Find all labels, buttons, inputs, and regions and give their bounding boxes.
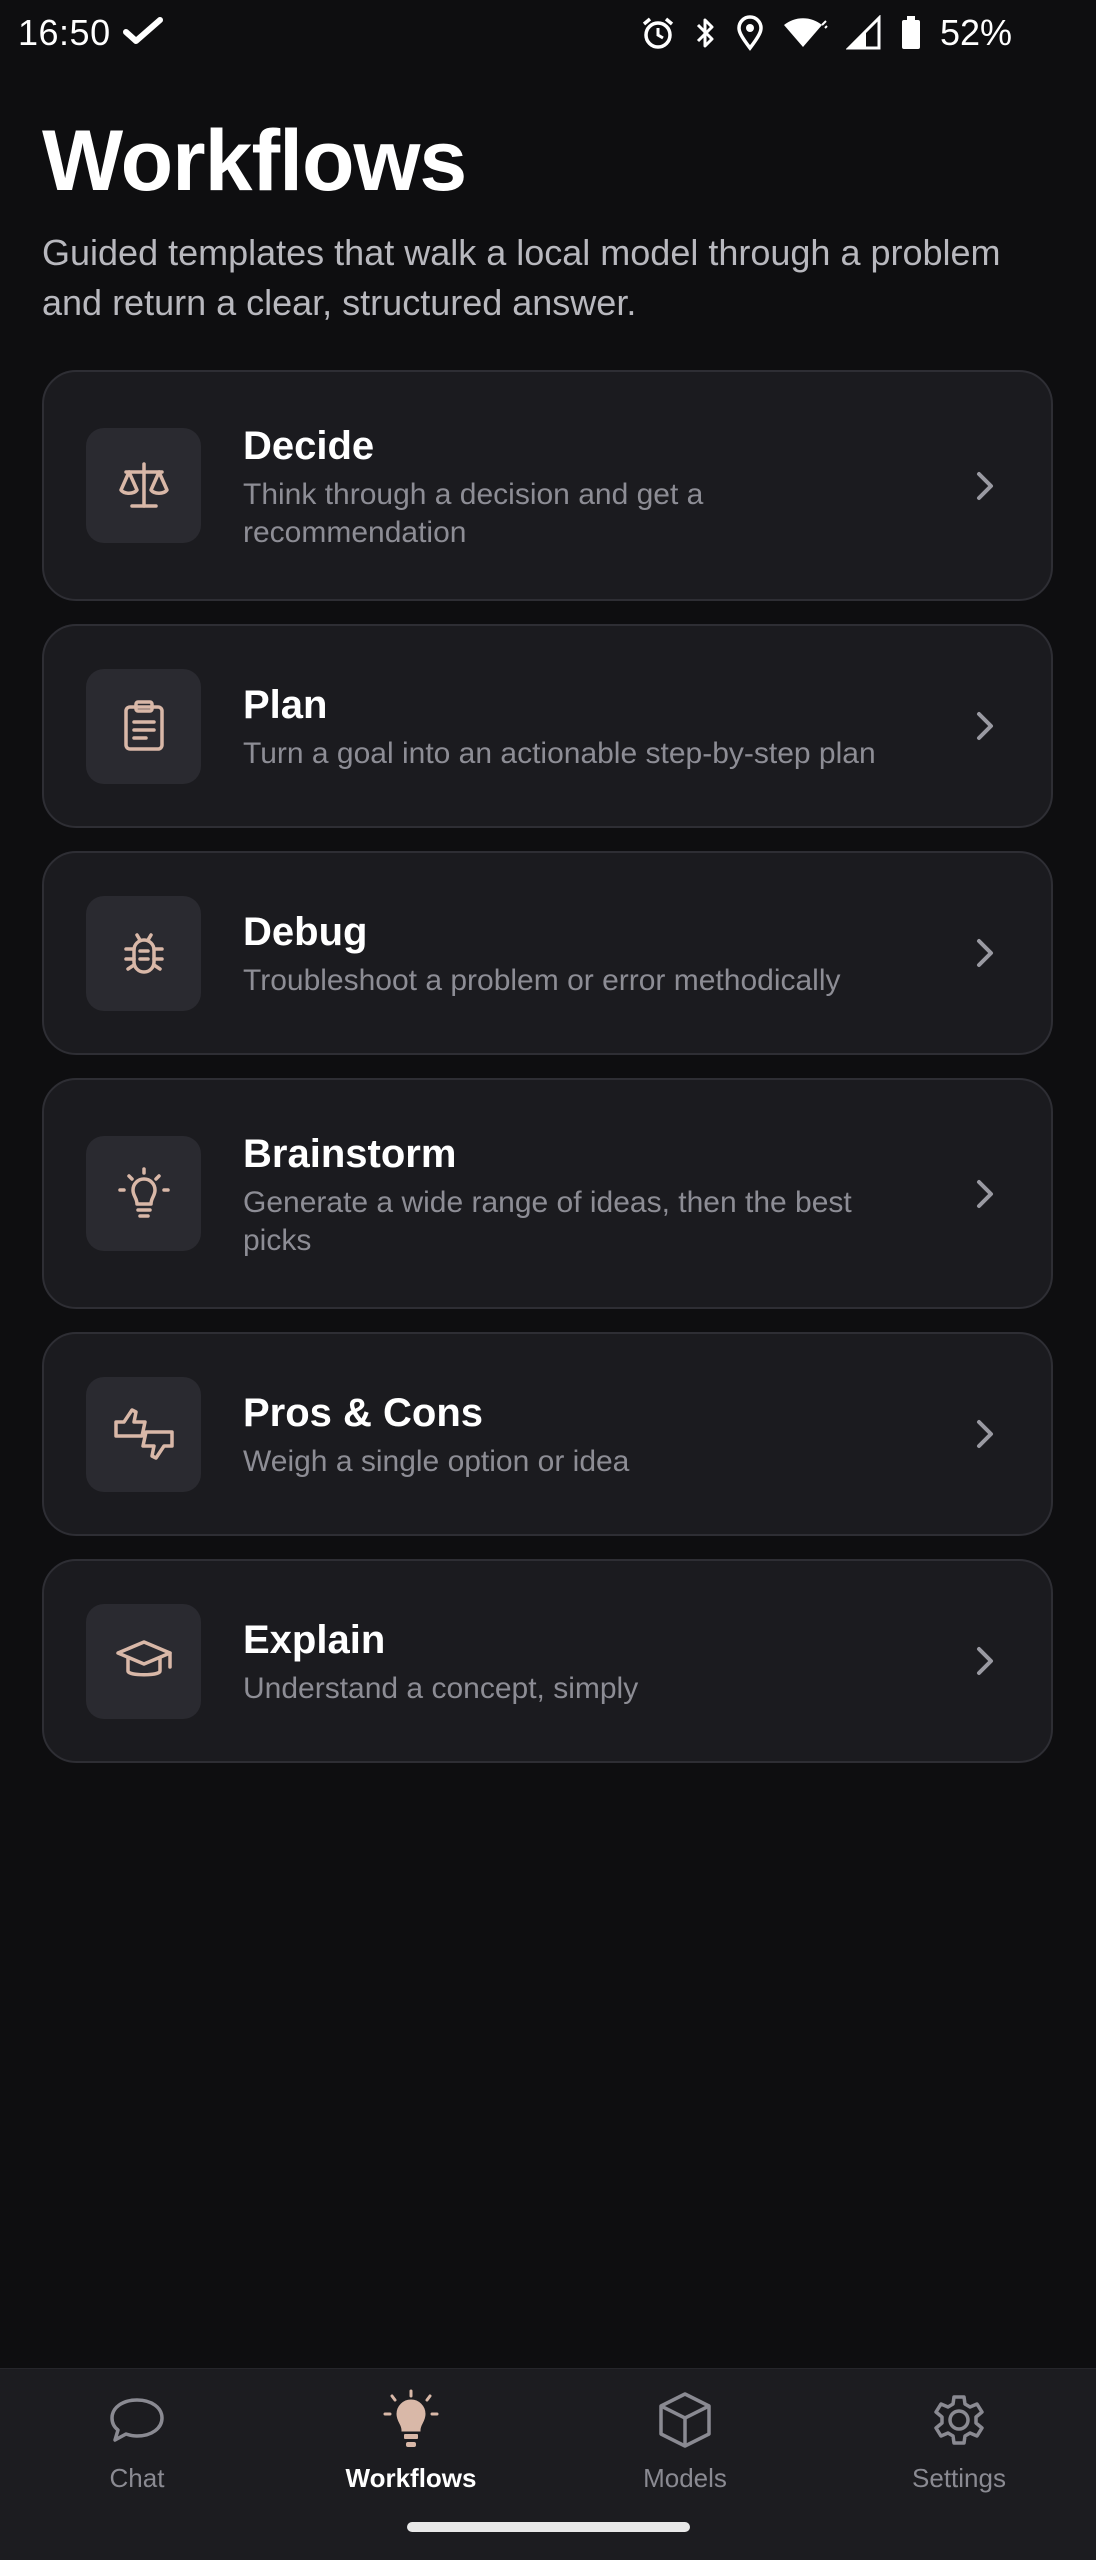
workflow-card-plan[interactable]: Plan Turn a goal into an actionable step… [42, 624, 1053, 828]
bluetooth-icon [694, 15, 718, 51]
lightbulb-icon [379, 2387, 443, 2453]
graduation-cap-icon [86, 1603, 201, 1719]
status-bar: 16:50 52% [0, 0, 1096, 66]
nav-label: Models [643, 2463, 727, 2493]
thumbs-up-down-icon [86, 1376, 201, 1492]
workflow-title: Debug [243, 910, 368, 954]
page-title: Workflows [42, 113, 467, 209]
workflow-card-pros-cons[interactable]: Pros & Cons Weigh a single option or ide… [42, 1332, 1053, 1536]
wifi-icon [782, 15, 828, 51]
chat-bubble-icon [107, 2387, 167, 2453]
status-time: 16:50 [18, 12, 111, 53]
workflow-description: Weigh a single option or idea [243, 1445, 630, 1478]
workflow-card-brainstorm[interactable]: Brainstorm Generate a wide range of idea… [42, 1078, 1053, 1309]
chevron-right-icon [975, 710, 995, 742]
nav-item-chat[interactable]: Chat [0, 2387, 274, 2494]
nav-label: Chat [109, 2463, 165, 2493]
lightbulb-icon [86, 1136, 201, 1251]
chevron-right-icon [975, 1645, 995, 1677]
page-subtitle: Guided templates that walk a local model… [42, 232, 1001, 323]
alarm-icon [640, 15, 676, 51]
workflow-card-decide[interactable]: Decide Think through a decision and get … [42, 370, 1053, 601]
home-indicator[interactable] [407, 2522, 690, 2532]
chevron-right-icon [975, 1178, 995, 1210]
workflow-description: Think through a decision and get a recom… [243, 477, 704, 549]
workflow-description: Troubleshoot a problem or error methodic… [243, 964, 841, 997]
clipboard-icon [86, 668, 201, 784]
workflow-card-debug[interactable]: Debug Troubleshoot a problem or error me… [42, 851, 1053, 1055]
bug-icon [86, 895, 201, 1011]
nav-label: Workflows [345, 2463, 477, 2493]
workflow-title: Explain [243, 1618, 386, 1662]
workflow-card-explain[interactable]: Explain Understand a concept, simply [42, 1559, 1053, 1763]
nav-label: Settings [912, 2463, 1006, 2493]
gear-icon [929, 2387, 989, 2453]
chevron-right-icon [975, 470, 995, 502]
chevron-right-icon [975, 937, 995, 969]
nav-item-workflows[interactable]: Workflows [274, 2387, 548, 2494]
nav-item-settings[interactable]: Settings [822, 2387, 1096, 2494]
nav-item-models[interactable]: Models [548, 2387, 822, 2494]
workflow-title: Plan [243, 683, 328, 727]
cube-icon [657, 2387, 713, 2453]
scale-icon [86, 428, 201, 543]
battery-percent: 52% [939, 12, 1012, 53]
check-icon [122, 16, 163, 51]
chevron-right-icon [975, 1418, 995, 1450]
workflow-title: Decide [243, 423, 375, 468]
workflow-description: Understand a concept, simply [243, 1672, 639, 1705]
battery-icon [900, 15, 922, 51]
workflow-description: Generate a wide range of ideas, then the… [243, 1185, 852, 1257]
workflow-list: Decide Think through a decision and get … [42, 370, 1053, 1763]
location-icon [736, 15, 764, 51]
signal-icon [845, 15, 882, 51]
workflow-description: Turn a goal into an actionable step-by-s… [243, 737, 876, 770]
workflow-title: Brainstorm [243, 1131, 457, 1176]
workflow-title: Pros & Cons [243, 1391, 484, 1435]
